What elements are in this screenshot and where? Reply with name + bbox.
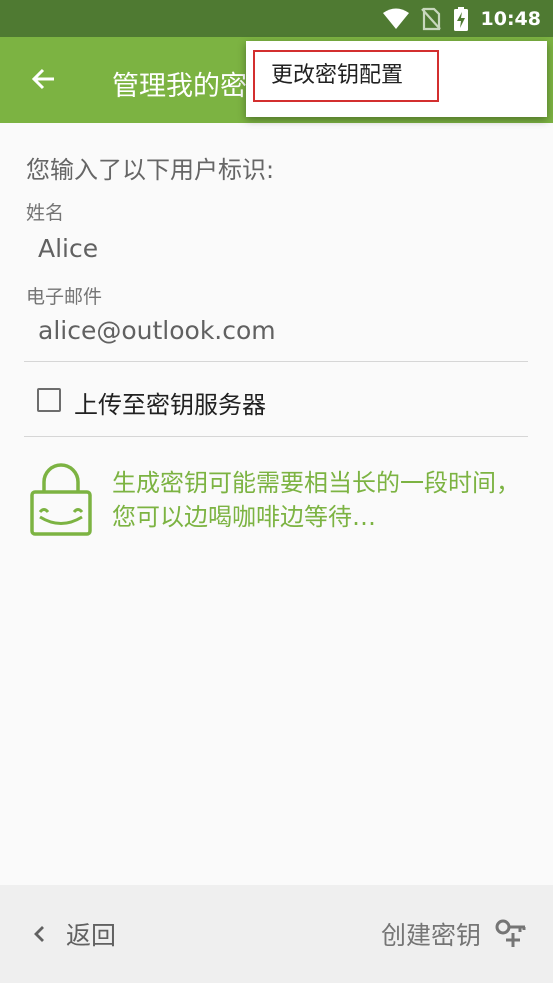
email-label: 电子邮件 bbox=[26, 286, 103, 308]
back-arrow-icon[interactable] bbox=[28, 63, 60, 95]
intro-text: 您输入了以下用户标识: bbox=[26, 156, 275, 184]
wifi-icon bbox=[382, 8, 409, 29]
divider bbox=[24, 436, 528, 437]
status-icons: 10:48 bbox=[382, 0, 541, 37]
upload-checkbox[interactable] bbox=[37, 388, 61, 412]
status-bar: 10:48 bbox=[0, 0, 553, 37]
bottom-bar: 返回 创建密钥 bbox=[0, 885, 553, 983]
menu-item-change-key-config[interactable]: 更改密钥配置 bbox=[253, 50, 439, 102]
name-label: 姓名 bbox=[26, 202, 65, 224]
email-value: alice@outlook.com bbox=[38, 316, 276, 345]
divider bbox=[24, 361, 528, 362]
smiling-lock-icon bbox=[30, 463, 92, 536]
upload-checkbox-label[interactable]: 上传至密钥服务器 bbox=[74, 385, 266, 420]
name-value: Alice bbox=[38, 234, 99, 263]
battery-charging-icon bbox=[453, 6, 468, 31]
status-time: 10:48 bbox=[480, 7, 541, 30]
back-button[interactable]: 返回 bbox=[32, 919, 117, 950]
create-key-label: 创建密钥 bbox=[380, 921, 481, 950]
overflow-menu: 更改密钥配置 bbox=[246, 41, 547, 117]
no-sim-icon bbox=[420, 7, 441, 30]
key-add-icon bbox=[495, 919, 526, 947]
info-text: 生成密钥可能需要相当长的一段时间，您可以边喝咖啡边等待… bbox=[112, 469, 520, 531]
chevron-left-icon bbox=[34, 926, 44, 942]
create-key-button[interactable]: 创建密钥 bbox=[381, 918, 527, 950]
back-button-label: 返回 bbox=[66, 921, 117, 950]
